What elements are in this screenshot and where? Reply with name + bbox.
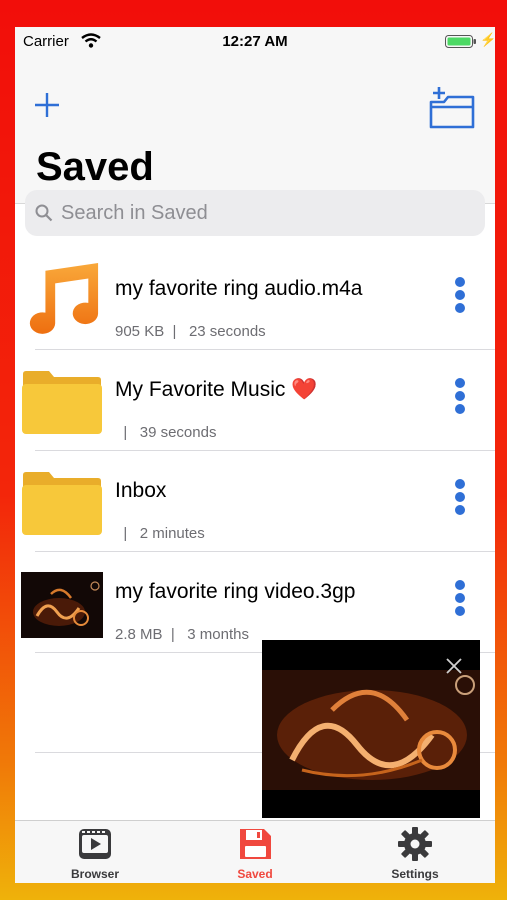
more-options-button[interactable] [451, 277, 469, 317]
navigation-bar: Saved [15, 55, 495, 204]
search-icon [35, 204, 53, 222]
more-options-button[interactable] [451, 580, 469, 620]
item-meta: | 2 minutes [115, 525, 205, 542]
tab-bar: Browser Saved Settings [15, 820, 495, 883]
folder-icon [22, 371, 102, 434]
list-item[interactable]: Inbox | 2 minutes [15, 451, 495, 552]
video-thumbnail [21, 572, 103, 638]
item-name: Inbox [115, 479, 167, 502]
status-bar: Carrier 12:27 AM ⚡ [15, 27, 495, 55]
tab-saved[interactable]: Saved [175, 821, 335, 883]
folder-icon [22, 472, 102, 535]
more-options-button[interactable] [451, 378, 469, 418]
item-name: my favorite ring audio.m4a [115, 277, 363, 300]
item-meta: 2.8 MB | 3 months [115, 626, 249, 643]
save-disk-icon [240, 829, 271, 859]
item-meta: 905 KB | 23 seconds [115, 323, 266, 340]
charging-icon: ⚡ [480, 32, 495, 47]
item-name: My Favorite Music ❤️ [115, 378, 318, 401]
search-input[interactable] [61, 198, 471, 228]
tab-browser[interactable]: Browser [15, 821, 175, 883]
gear-icon [398, 827, 432, 861]
list-item[interactable]: my favorite ring video.3gp 2.8 MB | 3 mo… [15, 552, 495, 653]
list-item[interactable]: My Favorite Music ❤️ | 39 seconds [15, 350, 495, 451]
tab-label: Settings [391, 867, 439, 881]
list-item[interactable]: my favorite ring audio.m4a 905 KB | 23 s… [15, 249, 495, 350]
page-title: Saved [36, 145, 154, 189]
close-icon[interactable] [444, 656, 464, 676]
tab-label: Browser [70, 867, 120, 881]
plus-icon[interactable] [33, 91, 61, 119]
folder-plus-icon[interactable] [428, 86, 476, 130]
app-window: Carrier 12:27 AM ⚡ Saved Search in Saved… [15, 27, 495, 883]
tab-settings[interactable]: Settings [335, 821, 495, 883]
status-time: 12:27 AM [222, 33, 288, 50]
search-bar[interactable] [25, 190, 485, 236]
item-meta: | 39 seconds [115, 424, 217, 441]
more-options-button[interactable] [451, 479, 469, 519]
picture-in-picture-player[interactable] [262, 640, 480, 818]
battery-icon [445, 35, 476, 48]
tab-label: Saved [237, 867, 273, 881]
item-name: my favorite ring video.3gp [115, 580, 356, 603]
music-note-icon [29, 262, 99, 334]
browser-icon [79, 829, 111, 859]
